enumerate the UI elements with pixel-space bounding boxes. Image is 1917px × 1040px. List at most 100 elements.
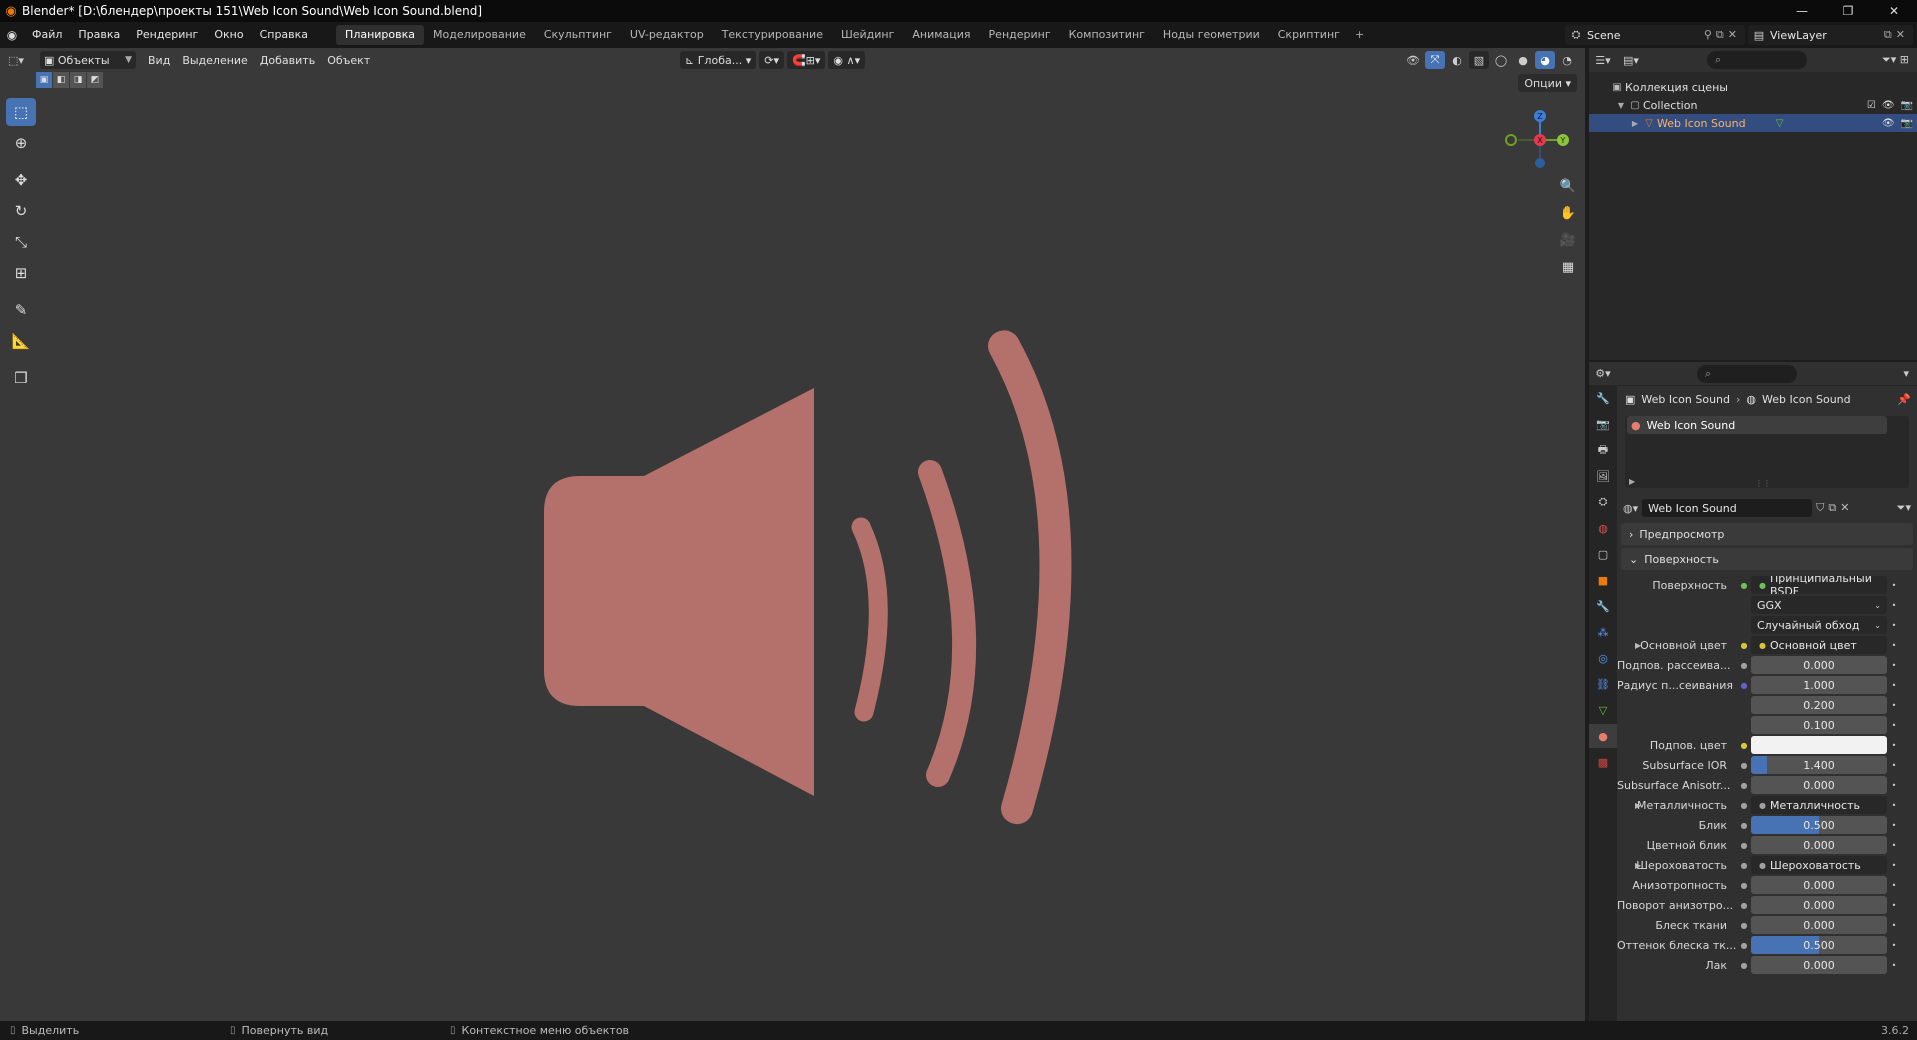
scene-selector[interactable]: ⛭ Scene ⚲⧉✕ — [1565, 25, 1745, 45]
property-field[interactable]: 0.500 — [1751, 816, 1887, 834]
world-tab-icon[interactable]: ◍ — [1589, 516, 1617, 540]
keyframe-icon[interactable]: • — [1887, 721, 1901, 730]
display-mode-icon[interactable]: ▤▾ — [1617, 54, 1645, 67]
select-new-icon[interactable]: ▣ — [36, 72, 52, 88]
wireframe-shading[interactable]: ◯ — [1491, 51, 1511, 69]
camera-icon[interactable]: 🎥 — [1556, 228, 1580, 252]
property-field[interactable]: 0.000 — [1751, 776, 1887, 794]
property-field[interactable]: 0.000 — [1751, 896, 1887, 914]
property-field[interactable]: 0.100 — [1751, 716, 1887, 734]
view-layer-selector[interactable]: ▤ ViewLayer ⧉✕ — [1748, 25, 1913, 45]
material-tab-icon[interactable]: ● — [1589, 724, 1617, 748]
menu-window[interactable]: Окно — [206, 22, 251, 48]
property-field[interactable]: 0.000 — [1751, 836, 1887, 854]
camera-icon[interactable]: 📷 — [1901, 100, 1913, 111]
add-cube-tool[interactable]: ❒ — [6, 364, 36, 392]
menu-select[interactable]: Выделение — [176, 54, 254, 67]
tab-rendering[interactable]: Рендеринг — [980, 25, 1060, 45]
property-field[interactable]: 0.200 — [1751, 696, 1887, 714]
expand-arrow-icon[interactable]: ▼ — [1615, 101, 1627, 110]
keyframe-icon[interactable]: • — [1887, 821, 1901, 830]
menu-render[interactable]: Рендеринг — [128, 22, 206, 48]
visibility-icon[interactable]: 👁 — [1403, 51, 1423, 69]
transform-tool[interactable]: ⊞ — [6, 259, 36, 287]
orientation-dropdown[interactable]: ⊾ Глоба... ▾ — [680, 51, 757, 69]
remove-slot-button[interactable]: − — [1913, 434, 1917, 452]
particles-tab-icon[interactable]: ⁂ — [1589, 620, 1617, 644]
material-shading[interactable]: ◕ — [1535, 51, 1555, 69]
keyframe-icon[interactable]: • — [1887, 921, 1901, 930]
keyframe-icon[interactable]: • — [1887, 901, 1901, 910]
keyframe-icon[interactable]: • — [1887, 861, 1901, 870]
tab-shading[interactable]: Шейдинг — [832, 25, 903, 45]
tool-tab-icon[interactable]: 🔧 — [1589, 386, 1617, 410]
menu-file[interactable]: Файл — [24, 22, 70, 48]
properties-search[interactable]: ⌕ — [1697, 364, 1797, 383]
tab-animation[interactable]: Анимация — [903, 25, 979, 45]
outliner-row-scene-collection[interactable]: ▣ Коллекция сцены — [1589, 78, 1917, 96]
socket-icon[interactable]: ● — [1737, 661, 1751, 670]
scale-tool[interactable]: ⤡ — [6, 228, 36, 256]
rotate-tool[interactable]: ↻ — [6, 197, 36, 225]
mode-dropdown[interactable]: ▣ Объекты ▼ — [40, 51, 136, 69]
speaker-mesh[interactable] — [540, 328, 1100, 848]
outliner-row-collection[interactable]: ▼ ▢ Collection ☑ 👁 📷 — [1589, 96, 1917, 114]
keyframe-icon[interactable]: • — [1887, 761, 1901, 770]
resize-handle-icon[interactable]: ⋮⋮ — [1755, 479, 1771, 488]
physics-tab-icon[interactable]: ◎ — [1589, 646, 1617, 670]
render-tab-icon[interactable]: 📷 — [1589, 412, 1617, 436]
texture-tab-icon[interactable]: ▩ — [1589, 750, 1617, 774]
keyframe-icon[interactable]: • — [1887, 701, 1901, 710]
panel-preview[interactable]: › Предпросмотр — [1621, 523, 1913, 545]
tab-modeling[interactable]: Моделирование — [424, 25, 535, 45]
close-button[interactable]: ✕ — [1871, 0, 1917, 22]
modifier-tab-icon[interactable]: 🔧 — [1589, 594, 1617, 618]
property-field[interactable]: ● Металличность — [1751, 796, 1887, 814]
socket-icon[interactable]: ● — [1737, 901, 1751, 910]
add-slot-button[interactable]: + — [1913, 416, 1917, 434]
expand-arrow-icon[interactable]: ▶ — [1629, 119, 1641, 128]
socket-icon[interactable]: ● — [1737, 921, 1751, 930]
socket-icon[interactable]: ● — [1737, 861, 1751, 870]
property-field[interactable]: 0.000 — [1751, 916, 1887, 934]
property-field[interactable]: 0.500 — [1751, 936, 1887, 954]
socket-icon[interactable]: ● — [1737, 961, 1751, 970]
navigation-gizmo[interactable]: Z Y X — [1500, 100, 1580, 180]
cursor-tool[interactable]: ⊕ — [6, 129, 36, 157]
keyframe-icon[interactable]: • — [1887, 601, 1901, 610]
perspective-grid-icon[interactable]: ▦ — [1556, 255, 1580, 279]
material-slot-item[interactable]: ● Web Icon Sound — [1627, 416, 1887, 434]
view-layer-actions-icon[interactable]: ⧉✕ — [1884, 28, 1913, 42]
pan-hand-icon[interactable]: ✋ — [1556, 201, 1580, 225]
socket-icon[interactable]: ● — [1737, 881, 1751, 890]
panel-surface[interactable]: ⌄ Поверхность — [1621, 548, 1913, 570]
tab-sculpting[interactable]: Скульптинг — [535, 25, 621, 45]
minimize-button[interactable]: — — [1779, 0, 1825, 22]
property-field[interactable]: ● Основной цвет — [1751, 636, 1887, 654]
socket-icon[interactable]: ● — [1737, 801, 1751, 810]
add-workspace-button[interactable]: + — [1349, 25, 1370, 45]
editor-type-icon[interactable]: ⚙▾ — [1589, 367, 1617, 380]
tab-compositing[interactable]: Композитинг — [1060, 25, 1154, 45]
chevron-down-icon[interactable]: ⌄ — [1913, 452, 1917, 470]
blender-menu-icon[interactable]: ◉ — [0, 28, 24, 42]
constraints-tab-icon[interactable]: ⛓ — [1589, 672, 1617, 696]
tab-geometry-nodes[interactable]: Ноды геометрии — [1154, 25, 1269, 45]
expand-arrow-icon[interactable]: ▶ — [1635, 861, 1641, 870]
socket-icon[interactable]: ● — [1737, 781, 1751, 790]
gizmo-toggle[interactable]: ⤧ — [1425, 51, 1445, 69]
color-swatch[interactable] — [1751, 736, 1887, 754]
select-extend-icon[interactable]: ◧ — [53, 72, 69, 88]
outliner-search[interactable]: ⌕ — [1707, 51, 1807, 69]
select-box-tool[interactable]: ⬚ — [6, 98, 36, 126]
menu-edit[interactable]: Правка — [70, 22, 128, 48]
property-field[interactable]: ● Шероховатость — [1751, 856, 1887, 874]
filter-icon[interactable]: ⏷▾ — [1897, 501, 1917, 515]
tab-texture-paint[interactable]: Текстурирование — [713, 25, 832, 45]
scene-tab-icon[interactable]: ⛭ — [1589, 490, 1617, 514]
keyframe-icon[interactable]: • — [1887, 621, 1901, 630]
expand-arrow-icon[interactable]: ▶ — [1629, 477, 1635, 486]
property-field[interactable]: 1.000 — [1751, 676, 1887, 694]
material-name-field[interactable]: Web Icon Sound — [1642, 499, 1813, 517]
filter-icon[interactable]: ⏷▾ ⊞ — [1882, 53, 1917, 67]
